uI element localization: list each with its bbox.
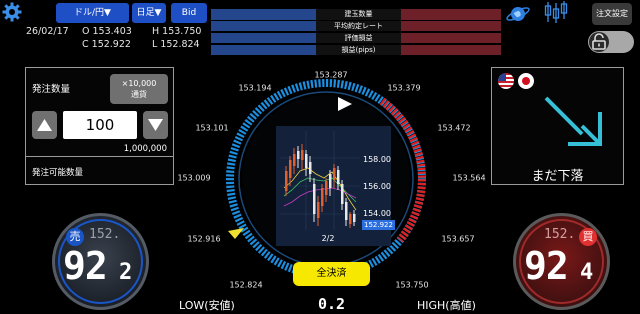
gauge-tick: 153.287 [314, 70, 348, 80]
gauge-tick: 152.824 [229, 280, 263, 290]
current-price-marker-icon [228, 228, 244, 239]
mini-chart-price-tag: 152.922 [362, 220, 395, 230]
settle-all-button[interactable]: 全決済 [293, 262, 370, 286]
high-label: HIGH(高値) [417, 299, 476, 312]
gauge-tick: 153.009 [177, 173, 211, 183]
gauge-tick: 153.472 [437, 123, 471, 133]
mini-chart-axis-label: 158.00 [363, 155, 391, 164]
buy-label: 買 [579, 228, 597, 246]
sell-price-big: 92 [63, 244, 108, 288]
mini-chart[interactable]: 158.00 156.00 154.00 152.922 2/2 [276, 126, 395, 246]
gauge-tick: 153.101 [195, 123, 229, 133]
gauge-tick: 152.916 [187, 234, 221, 244]
gauge-tick: 153.657 [441, 234, 475, 244]
mini-chart-axis-label: 156.00 [363, 182, 391, 191]
buy-price-small: 4 [580, 260, 594, 285]
buy-price-big: 92 [524, 244, 569, 288]
sell-button[interactable]: 売 152. 92 2 [52, 213, 149, 310]
buy-price-prefix: 152. [544, 227, 576, 242]
sell-price-prefix: 152. [89, 227, 121, 242]
chart-page-indicator: 2/2 [321, 234, 335, 243]
low-label: LOW(安値) [179, 299, 235, 312]
buy-button[interactable]: 152. 買 92 4 [513, 213, 610, 310]
gauge-tick: 153.379 [387, 83, 421, 93]
gauge-tick: 153.750 [395, 280, 429, 290]
mini-chart-axis-label: 154.00 [363, 209, 391, 218]
spread-value: 0.2 [318, 295, 346, 313]
gauge-tick: 153.564 [452, 173, 486, 183]
sell-price-small: 2 [119, 260, 133, 285]
gauge-tick: 153.194 [238, 83, 272, 93]
